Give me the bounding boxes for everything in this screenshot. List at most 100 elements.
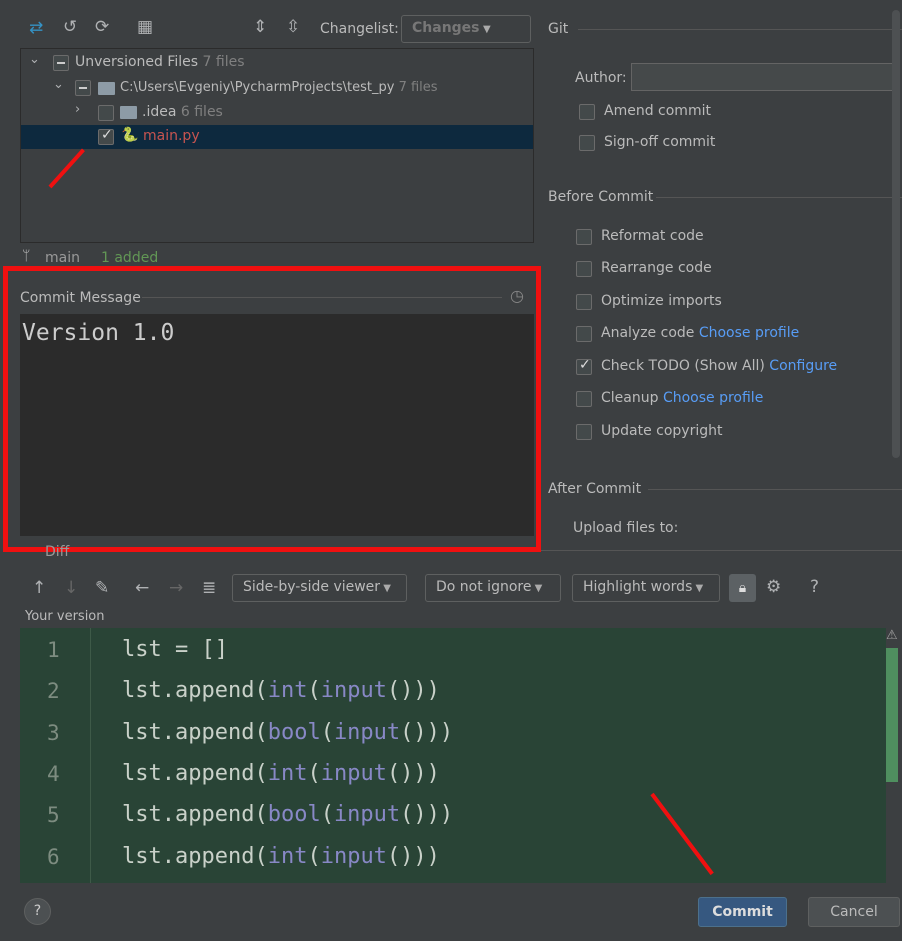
amend-checkbox[interactable] — [579, 104, 595, 120]
arrow-down-icon[interactable]: ↓ — [64, 578, 78, 598]
tree-root[interactable]: Unversioned Files 7 files — [75, 54, 245, 70]
git-section-title: Git — [548, 21, 569, 37]
line-number: 1 — [47, 638, 60, 662]
code-builtin: input — [333, 802, 401, 828]
rollback-arrows-icon[interactable]: ⇄ — [29, 18, 43, 38]
chevron-down-icon[interactable]: ⌄ — [53, 77, 64, 92]
highlight-value: Highlight words — [583, 579, 693, 595]
code-text: ( — [307, 678, 321, 704]
code-line[interactable]: lst = [] — [122, 637, 228, 662]
option-label: Optimize imports — [601, 293, 722, 309]
tree-folder[interactable]: C:\Users\Evgeniy\PycharmProjects\test_py… — [120, 80, 438, 95]
collapse-all-icon[interactable]: ⇳ — [286, 17, 300, 37]
tree-row-main-py[interactable]: 🐍 main.py — [21, 125, 533, 149]
option-link[interactable]: Configure — [769, 358, 837, 374]
code-line[interactable]: lst.append(int(input())) — [122, 761, 440, 786]
warning-icon: ⚠ — [886, 628, 898, 643]
idea-count: 6 files — [180, 104, 223, 120]
code-text: ())) — [400, 719, 454, 745]
before-commit-option[interactable]: Update copyright — [576, 423, 876, 443]
changes-tree[interactable]: ⌄ Unversioned Files 7 files ⌄ C:\Users\E… — [20, 48, 534, 243]
commit-button[interactable]: Commit — [698, 897, 787, 927]
arrow-up-icon[interactable]: ↑ — [32, 578, 46, 598]
changelist-label: Changelist: — [320, 21, 399, 37]
chevron-right-icon[interactable]: › — [75, 102, 80, 117]
signoff-checkbox[interactable] — [579, 135, 595, 151]
signoff-option[interactable]: Sign-off commit — [579, 134, 779, 154]
folder-icon — [98, 82, 115, 95]
main-py-label: main.py — [143, 128, 200, 144]
before-commit-option[interactable]: Cleanup Choose profile — [576, 390, 876, 410]
refresh-icon[interactable]: ⟳ — [95, 17, 109, 37]
highlight-box — [3, 266, 541, 552]
settings-list-icon[interactable]: ≣ — [202, 578, 216, 598]
edit-pencil-icon[interactable]: ✎ — [95, 578, 109, 598]
before-commit-title: Before Commit — [548, 189, 654, 205]
changelist-value: Changes — [412, 20, 480, 36]
cancel-button[interactable]: Cancel — [808, 897, 900, 927]
before-commit-option[interactable]: Optimize imports — [576, 293, 876, 313]
code-line[interactable]: lst.append(bool(input())) — [122, 720, 453, 745]
right-panel-scrollbar[interactable] — [892, 10, 900, 458]
before-commit-option[interactable]: Analyze code Choose profile — [576, 325, 876, 345]
editor-scrollbar[interactable] — [886, 648, 898, 782]
ignore-value: Do not ignore — [436, 579, 532, 595]
code-builtin: input — [320, 843, 387, 869]
line-number: 3 — [47, 720, 60, 745]
expand-all-icon[interactable]: ⇕ — [253, 17, 267, 37]
idea-checkbox[interactable] — [98, 105, 114, 121]
option-checkbox[interactable] — [576, 261, 592, 277]
code-text: lst.append( — [122, 802, 268, 828]
branch-name[interactable]: main — [45, 250, 80, 266]
arrow-right-icon[interactable]: → — [169, 578, 183, 598]
code-builtin: int — [267, 678, 308, 704]
code-text: ( — [320, 802, 334, 828]
option-link[interactable]: Choose profile — [663, 390, 763, 406]
before-commit-option[interactable]: Reformat code — [576, 228, 876, 248]
option-label: Rearrange code — [601, 260, 712, 276]
diff-editor[interactable]: 1 lst = [] 2 lst.append(int(input())) 3 lst.a… — [20, 628, 898, 883]
code-builtin: input — [320, 760, 387, 786]
help-button[interactable]: ? — [24, 898, 51, 925]
viewer-dropdown[interactable]: Side-by-side viewer — [232, 574, 407, 602]
changelist-dropdown[interactable]: Changes — [401, 15, 531, 43]
ignore-dropdown[interactable]: Do not ignore — [425, 574, 561, 602]
unversioned-checkbox[interactable] — [53, 55, 69, 71]
gear-icon[interactable]: ⚙ — [766, 577, 781, 597]
author-input[interactable] — [631, 63, 897, 91]
undo-icon[interactable]: ↺ — [63, 17, 77, 37]
help-icon[interactable]: ? — [810, 577, 819, 597]
folder-checkbox[interactable] — [75, 80, 91, 96]
folder-icon — [120, 106, 137, 119]
option-checkbox[interactable] — [576, 391, 592, 407]
code-builtin: bool — [267, 719, 321, 745]
group-by-icon[interactable]: ▦ — [137, 17, 153, 37]
option-checkbox[interactable] — [576, 326, 592, 342]
chevron-down-icon[interactable]: ⌄ — [29, 52, 40, 67]
code-builtin: int — [267, 760, 308, 786]
code-line[interactable]: lst.append(int(input())) — [122, 844, 440, 869]
option-link[interactable]: Choose profile — [699, 325, 799, 341]
amend-commit-option[interactable]: Amend commit — [579, 103, 779, 123]
main-py-checkbox[interactable] — [98, 127, 114, 145]
lock-icon[interactable]: 🔒︎ — [729, 574, 756, 602]
line-number: 5 — [47, 803, 60, 828]
idea-label: .idea — [142, 104, 177, 120]
option-label: Analyze code — [601, 325, 695, 341]
highlight-dropdown[interactable]: Highlight words — [572, 574, 720, 602]
tree-idea[interactable]: .idea 6 files — [142, 104, 223, 120]
option-label: Cleanup — [601, 390, 659, 406]
before-commit-option[interactable]: Check TODO (Show All) Configure — [576, 357, 876, 378]
option-label: Check TODO (Show All) — [601, 358, 765, 374]
option-checkbox[interactable] — [576, 357, 592, 375]
option-checkbox[interactable] — [576, 229, 592, 245]
code-text: lst = [] — [122, 637, 228, 662]
code-line[interactable]: lst.append(bool(input())) — [122, 802, 453, 827]
code-line[interactable]: lst.append(int(input())) — [122, 678, 440, 703]
arrow-left-icon[interactable]: ← — [135, 578, 149, 598]
code-text: ())) — [386, 678, 440, 704]
option-checkbox[interactable] — [576, 294, 592, 310]
line-number: 6 — [47, 844, 60, 869]
before-commit-option[interactable]: Rearrange code — [576, 260, 876, 280]
option-checkbox[interactable] — [576, 424, 592, 440]
